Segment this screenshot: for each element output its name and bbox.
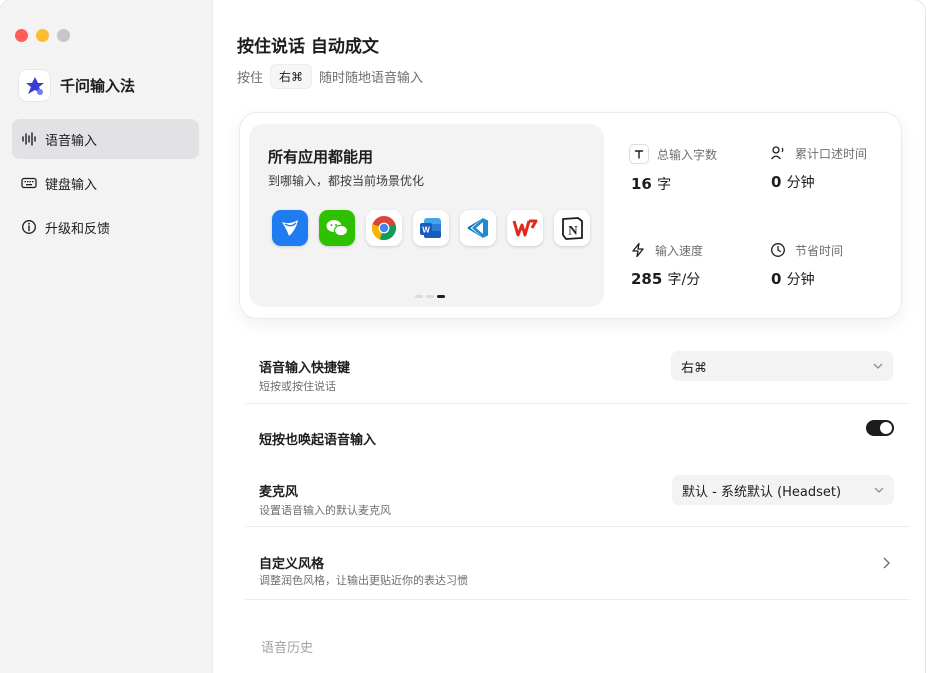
keyboard-icon: [21, 177, 37, 189]
app-logo-icon: [19, 70, 50, 101]
sidebar-item-label: 键盘输入: [45, 177, 98, 193]
wechat-icon: [319, 210, 355, 246]
stat-unit: 字: [657, 177, 672, 193]
short-press-toggle[interactable]: [866, 420, 894, 436]
promo-panel: 所有应用都能用 到哪输入，都按当前场景优化 W N: [249, 124, 604, 307]
lightning-icon: [629, 241, 647, 259]
stat-value: 0: [771, 270, 782, 288]
window-controls: [15, 29, 70, 42]
setting-row-shortcut: 语音输入快捷键 短按或按住说话 右⌘: [245, 337, 910, 404]
shortcut-select[interactable]: 右⌘: [671, 351, 893, 381]
app-window: 千问输入法 语音输入 键盘输入 升级和反馈 按住说话 自动成文 按住 右⌘ 随时…: [0, 0, 925, 673]
stat-input-speed: 输入速度 285 字/分: [629, 241, 703, 289]
svg-text:W: W: [422, 226, 430, 235]
info-icon: [22, 220, 36, 234]
clock-icon: [769, 241, 787, 259]
stat-label: 累计口述时间: [795, 146, 868, 161]
setting-row-microphone: 麦克风 设置语音输入的默认麦克风 默认 - 系统默认 (Headset): [245, 460, 910, 527]
stat-value: 16: [631, 175, 652, 193]
page-subtitle: 按住 右⌘ 随时随地语音输入: [237, 64, 423, 89]
carousel-pager: [415, 295, 445, 298]
microphone-select[interactable]: 默认 - 系统默认 (Headset): [672, 475, 894, 505]
stat-value: 285: [631, 270, 663, 288]
setting-desc: 调整润色风格，让输出更贴近你的表达习惯: [259, 574, 468, 587]
chevron-right-icon: [883, 557, 890, 569]
setting-desc: 短按或按住说话: [259, 380, 336, 393]
sidebar: 千问输入法 语音输入 键盘输入 升级和反馈: [0, 0, 213, 673]
chevron-down-icon: [874, 487, 884, 493]
app-name: 千问输入法: [60, 77, 136, 95]
stat-label: 总输入字数: [657, 147, 718, 162]
setting-title: 自定义风格: [259, 557, 325, 572]
text-icon: [629, 144, 649, 164]
notion-icon: N: [554, 210, 590, 246]
zoom-window-button[interactable]: [57, 29, 70, 42]
stat-label: 输入速度: [655, 243, 704, 258]
sidebar-nav: 语音输入 键盘输入 升级和反馈: [12, 119, 199, 251]
stat-total-chars: 总输入字数 16 字: [629, 144, 717, 194]
promo-title: 所有应用都能用: [268, 148, 374, 166]
stat-unit: 字/分: [667, 272, 701, 288]
stat-unit: 分钟: [786, 175, 815, 191]
app-header: 千问输入法: [19, 70, 135, 101]
pager-dot-active[interactable]: [437, 295, 445, 298]
shortcut-select-value: 右⌘: [681, 360, 708, 376]
vscode-icon: [460, 210, 496, 246]
sidebar-item-label: 语音输入: [45, 133, 98, 149]
feishu-icon: [272, 210, 308, 246]
setting-title: 短按也唤起语音输入: [259, 433, 377, 448]
setting-desc: 设置语音输入的默认麦克风: [259, 504, 391, 517]
main-content: 按住说话 自动成文 按住 右⌘ 随时随地语音输入 所有应用都能用 到哪输入，都按…: [213, 0, 925, 673]
voice-history-heading: 语音历史: [261, 641, 314, 656]
pager-dot[interactable]: [415, 295, 423, 298]
supported-apps: W N: [272, 210, 590, 246]
word-icon: W: [413, 210, 449, 246]
speaker-icon: [769, 144, 787, 162]
sidebar-item-keyboard-input[interactable]: 键盘输入: [12, 163, 199, 203]
microphone-select-value: 默认 - 系统默认 (Headset): [682, 484, 842, 500]
sidebar-item-upgrade-feedback[interactable]: 升级和反馈: [12, 207, 199, 247]
svg-text:N: N: [568, 223, 578, 238]
subtitle-suffix: 随时随地语音输入: [319, 71, 424, 86]
minimize-window-button[interactable]: [36, 29, 49, 42]
close-window-button[interactable]: [15, 29, 28, 42]
waveform-icon: [22, 132, 36, 146]
setting-title: 麦克风: [259, 485, 299, 500]
promo-subtitle: 到哪输入，都按当前场景优化: [268, 174, 425, 188]
sidebar-item-voice-input[interactable]: 语音输入: [12, 119, 199, 159]
stat-time-saved: 节省时间 0 分钟: [769, 241, 843, 289]
wps-icon: [507, 210, 543, 246]
sidebar-item-label: 升级和反馈: [45, 221, 111, 237]
stat-total-dictation: 累计口述时间 0 分钟: [769, 144, 867, 192]
setting-row-custom-style[interactable]: 自定义风格 调整润色风格，让输出更贴近你的表达习惯: [245, 527, 910, 600]
shortcut-key-chip: 右⌘: [270, 64, 313, 89]
page-title: 按住说话 自动成文: [237, 37, 379, 57]
chevron-down-icon: [873, 363, 883, 369]
setting-row-short-press: 短按也唤起语音输入: [245, 404, 910, 460]
chrome-icon: [366, 210, 402, 246]
toggle-knob: [880, 422, 892, 434]
pager-dot[interactable]: [426, 295, 434, 298]
subtitle-prefix: 按住: [237, 71, 264, 86]
setting-title: 语音输入快捷键: [259, 361, 351, 376]
overview-card: 所有应用都能用 到哪输入，都按当前场景优化 W N 总输入字数 16 字 累计口…: [239, 112, 902, 319]
stat-unit: 分钟: [786, 272, 815, 288]
stat-value: 0: [771, 173, 782, 191]
stat-label: 节省时间: [795, 243, 844, 258]
